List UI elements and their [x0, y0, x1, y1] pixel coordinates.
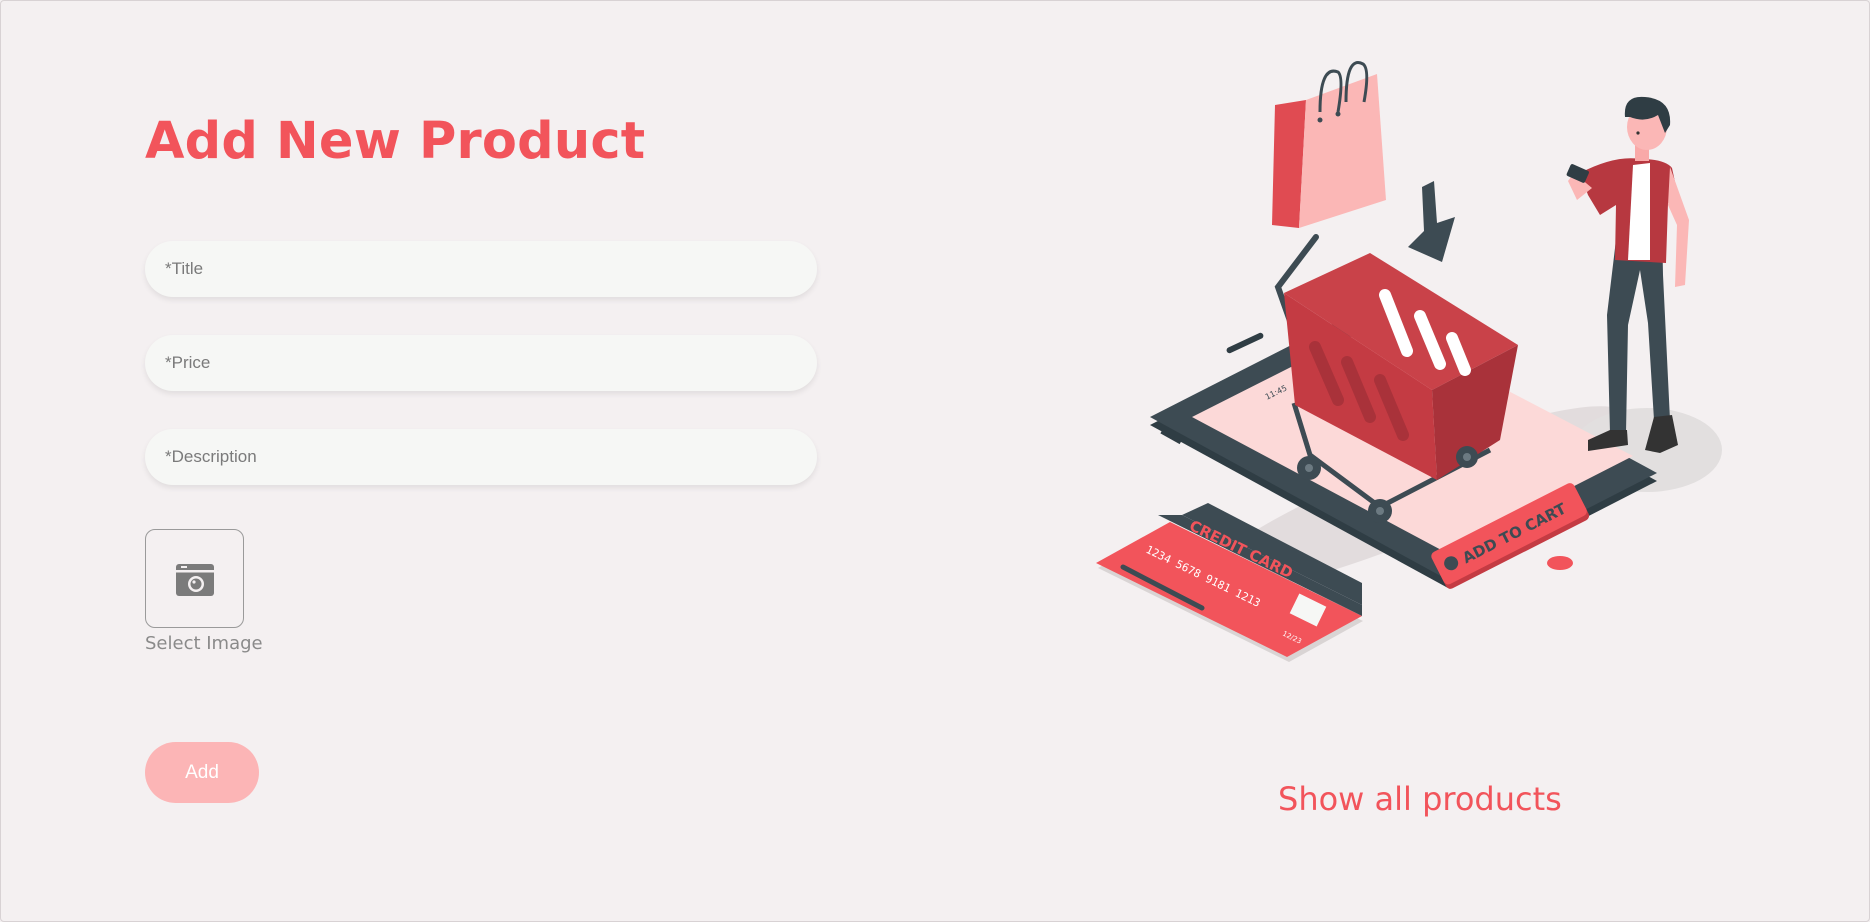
page-title: Add New Product [145, 112, 646, 171]
camera-icon [175, 563, 214, 596]
select-image-button[interactable] [145, 529, 244, 628]
shopping-illustration: 11:45 ADD TO CART CREDIT CARD 1234 5678 … [1096, 61, 1722, 662]
select-image-label: Select Image [145, 633, 263, 654]
title-input[interactable] [145, 241, 817, 297]
price-input[interactable] [145, 335, 817, 391]
description-input[interactable] [145, 429, 817, 485]
down-arrow-icon [1408, 181, 1455, 262]
shopping-bag [1272, 61, 1386, 228]
show-all-products-link[interactable]: Show all products [1278, 780, 1562, 818]
person-figure [1566, 96, 1689, 453]
add-button[interactable]: Add [145, 742, 259, 803]
